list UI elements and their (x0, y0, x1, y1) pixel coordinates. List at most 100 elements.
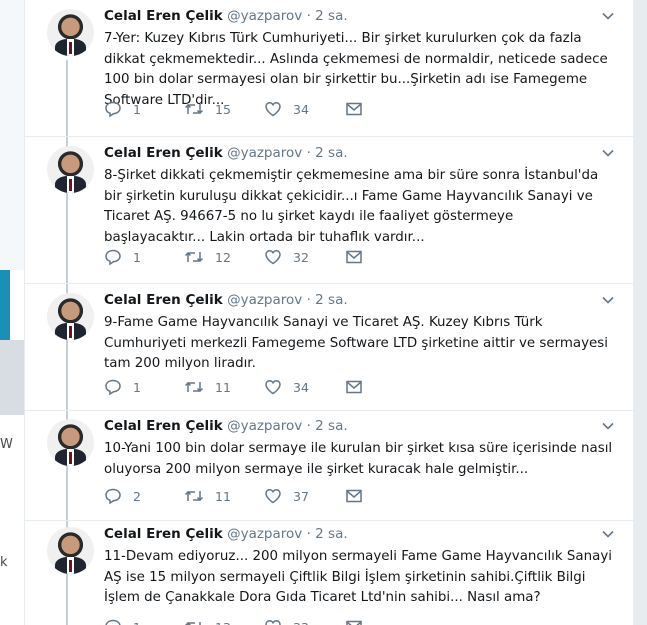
avatar[interactable] (47, 419, 94, 466)
tweet[interactable]: Celal Eren Çelik @yazparov · 2 sa. 7-Yer… (25, 0, 635, 137)
avatar[interactable] (47, 9, 94, 56)
heart-icon (265, 619, 281, 625)
reply-icon (105, 488, 121, 505)
avatar[interactable] (47, 527, 94, 574)
heart-icon (265, 101, 281, 117)
reply-icon (105, 249, 121, 266)
tweet-header: Celal Eren Çelik @yazparov · 2 sa. (104, 292, 348, 308)
edge-text: W (0, 437, 13, 452)
author-name[interactable]: Celal Eren Çelik (104, 418, 223, 434)
like-count: 32 (293, 249, 309, 265)
like-button[interactable]: 32 (264, 247, 309, 267)
author-name[interactable]: Celal Eren Çelik (104, 526, 223, 542)
tweet-time[interactable]: 2 sa. (315, 145, 347, 161)
reply-count: 2 (133, 488, 141, 504)
reply-count: 1 (133, 101, 141, 117)
chevron-down-icon[interactable] (601, 527, 615, 541)
tweet-text: 10-Yani 100 bin dolar sermaye ile kurula… (104, 441, 613, 477)
author-name[interactable]: Celal Eren Çelik (104, 8, 223, 24)
separator-dot: · (306, 145, 311, 161)
background-panel-gray (0, 340, 24, 415)
reply-button[interactable]: 1 (104, 99, 141, 119)
retweet-icon (184, 621, 201, 625)
background-right-edge (634, 0, 647, 625)
edge-text: k (0, 555, 8, 570)
separator-dot: · (306, 292, 311, 308)
author-handle[interactable]: @yazparov (227, 8, 302, 24)
envelope-icon (346, 250, 362, 264)
heart-icon (265, 379, 281, 395)
tweet-time[interactable]: 2 sa. (315, 8, 347, 24)
author-handle[interactable]: @yazparov (227, 418, 302, 434)
retweet-button[interactable]: 11 (184, 486, 231, 506)
retweet-icon (184, 103, 204, 115)
chevron-down-icon[interactable] (601, 419, 615, 433)
direct-message-button[interactable] (345, 486, 363, 506)
author-handle[interactable]: @yazparov (227, 145, 302, 161)
tweet[interactable]: Celal Eren Çelik @yazparov · 2 sa. 8-Şir… (25, 137, 635, 284)
tweet-actions: 2 11 37 (104, 486, 404, 506)
retweet-button[interactable]: 15 (184, 99, 231, 119)
avatar[interactable] (47, 146, 94, 193)
retweet-count: 12 (215, 249, 231, 265)
like-button[interactable]: 33 (264, 617, 309, 625)
reply-count: 1 (133, 249, 141, 265)
direct-message-button[interactable] (345, 377, 363, 397)
reply-icon (105, 101, 121, 118)
tweet-header: Celal Eren Çelik @yazparov · 2 sa. (104, 418, 348, 434)
retweet-count: 13 (215, 620, 231, 625)
retweet-icon (184, 381, 204, 393)
tweet-text: 9-Fame Game Hayvancılık Sanayi ve Ticare… (104, 315, 608, 372)
retweet-button[interactable]: 13 (184, 617, 231, 625)
retweet-count: 11 (215, 379, 231, 395)
author-name[interactable]: Celal Eren Çelik (104, 145, 223, 161)
separator-dot: · (306, 8, 311, 24)
tweet-actions: 1 11 34 (104, 377, 404, 397)
like-count: 37 (293, 488, 309, 504)
separator-dot: · (306, 418, 311, 434)
envelope-icon (346, 380, 362, 394)
background-accent (0, 270, 10, 340)
tweet-header: Celal Eren Çelik @yazparov · 2 sa. (104, 8, 348, 24)
like-count: 34 (293, 101, 309, 117)
reply-icon (105, 379, 121, 396)
reply-icon (105, 619, 121, 625)
envelope-icon (346, 489, 362, 503)
like-button[interactable]: 37 (264, 486, 309, 506)
author-name[interactable]: Celal Eren Çelik (104, 292, 223, 308)
author-handle[interactable]: @yazparov (227, 292, 302, 308)
background-panel (0, 0, 24, 270)
envelope-icon (346, 102, 362, 116)
direct-message-button[interactable] (345, 99, 363, 119)
tweet-time[interactable]: 2 sa. (315, 292, 347, 308)
retweet-count: 11 (215, 488, 231, 504)
direct-message-button[interactable] (345, 247, 363, 267)
tweet-header: Celal Eren Çelik @yazparov · 2 sa. (104, 526, 348, 542)
tweet-text: 8-Şirket dikkati çekmemiştir çekmemesine… (104, 168, 599, 245)
tweet[interactable]: Celal Eren Çelik @yazparov · 2 sa. 11-De… (25, 518, 635, 625)
reply-button[interactable]: 2 (104, 486, 141, 506)
chevron-down-icon[interactable] (601, 293, 615, 307)
separator-dot: · (306, 526, 311, 542)
reply-button[interactable]: 1 (104, 617, 141, 625)
like-button[interactable]: 34 (264, 377, 309, 397)
retweet-button[interactable]: 12 (184, 247, 231, 267)
like-button[interactable]: 34 (264, 99, 309, 119)
avatar[interactable] (47, 293, 94, 340)
retweet-count: 15 (215, 101, 231, 117)
direct-message-button[interactable] (345, 617, 363, 625)
chevron-down-icon[interactable] (601, 9, 615, 23)
tweet-thread: Celal Eren Çelik @yazparov · 2 sa. 7-Yer… (24, 0, 635, 625)
chevron-down-icon[interactable] (601, 146, 615, 160)
retweet-icon (184, 490, 204, 502)
reply-button[interactable]: 1 (104, 247, 141, 267)
retweet-button[interactable]: 11 (184, 377, 231, 397)
envelope-icon (346, 620, 362, 625)
tweet[interactable]: Celal Eren Çelik @yazparov · 2 sa. 9-Fam… (25, 284, 635, 421)
reply-button[interactable]: 1 (104, 377, 141, 397)
reply-count: 1 (133, 379, 141, 395)
tweet-actions: 1 13 33 (104, 617, 404, 625)
author-handle[interactable]: @yazparov (227, 526, 302, 542)
tweet-time[interactable]: 2 sa. (315, 526, 347, 542)
tweet-time[interactable]: 2 sa. (315, 418, 347, 434)
